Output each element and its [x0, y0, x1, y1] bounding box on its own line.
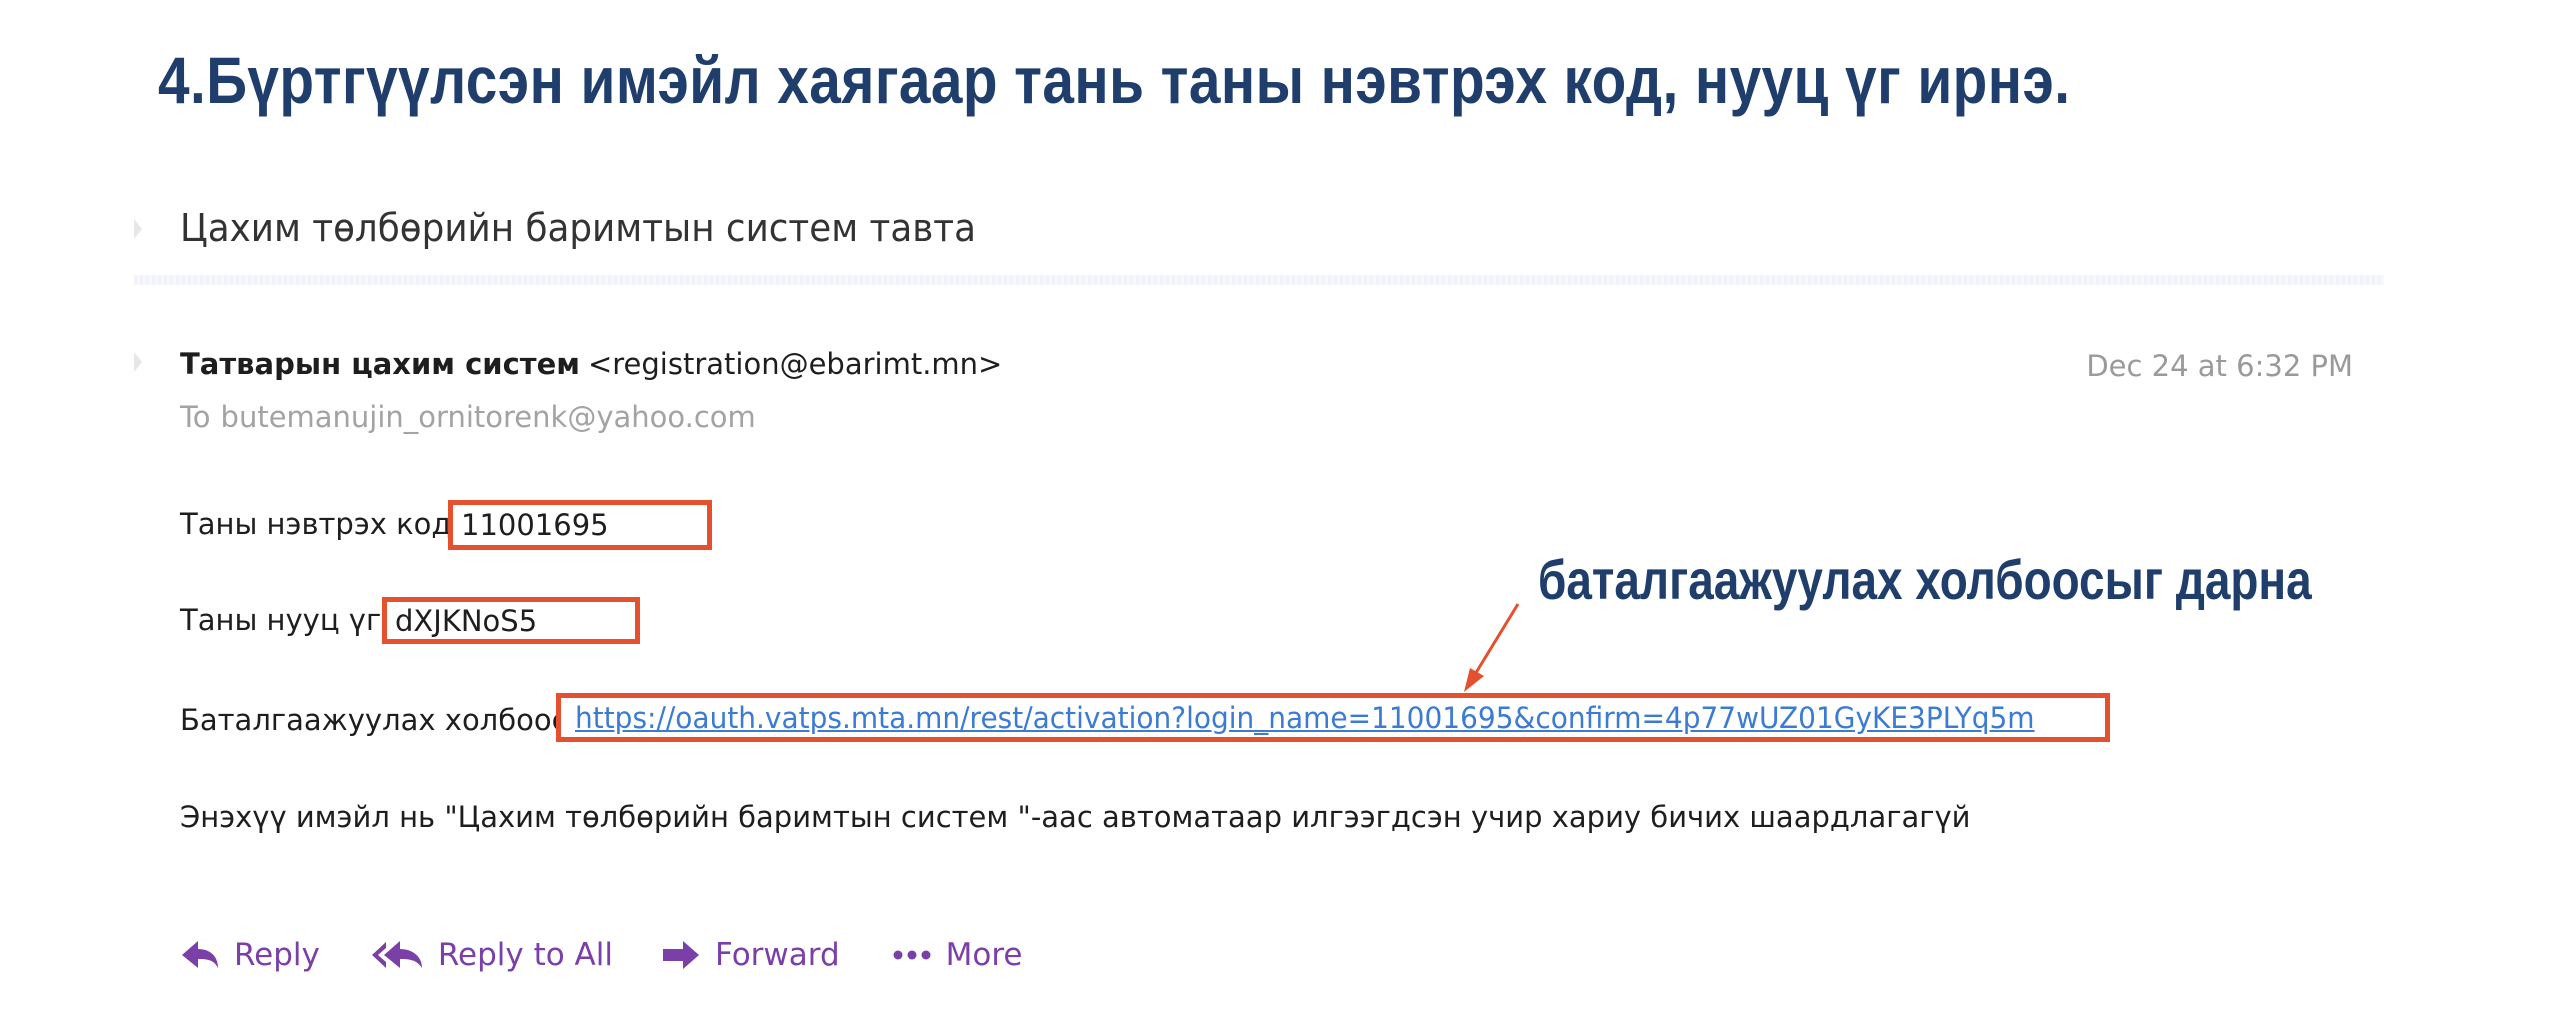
to-label: To [180, 400, 211, 434]
subject-divider [134, 275, 2384, 285]
email-to: To butemanujin_ornitorenk@yahoo.com [180, 395, 756, 439]
confirm-link[interactable]: https://oauth.vatps.mta.mn/rest/activati… [575, 701, 2035, 735]
sender-email[interactable]: <registration@ebarimt.mn> [588, 347, 1002, 381]
message-actions: Reply Reply to All Forward More [180, 930, 1023, 980]
reply-button[interactable]: Reply [180, 937, 320, 973]
to-address[interactable]: butemanujin_ornitorenk@yahoo.com [221, 400, 756, 434]
password-highlight: dXJKNoS5 [382, 597, 640, 644]
reply-all-button[interactable]: Reply to All [370, 937, 613, 973]
reply-label: Reply [234, 937, 320, 973]
expand-subject-icon[interactable] [134, 219, 142, 239]
reply-all-label: Reply to All [437, 937, 613, 973]
sender-name[interactable]: Татварын цахим систем [180, 347, 580, 381]
email-date: Dec 24 at 6:32 PM [2086, 349, 2353, 383]
more-dots-icon [893, 950, 931, 960]
page-title: 4.Бүртгүүлсэн имэйл хаягаар тань таны нэ… [158, 43, 2071, 117]
more-label: More [945, 937, 1023, 973]
reply-all-icon [371, 941, 422, 968]
login-code-highlight: 11001695 [448, 500, 712, 550]
more-button[interactable]: More [892, 937, 1023, 973]
forward-icon [662, 941, 699, 969]
reply-icon [182, 941, 218, 968]
forward-button[interactable]: Forward [661, 937, 840, 973]
annotation-label: баталгаажуулах холбоосыг дарна [1538, 548, 2312, 611]
expand-message-icon[interactable] [134, 352, 142, 372]
login-label: Таны нэвтрэх код: [180, 507, 462, 541]
annotation-arrow-icon [1464, 603, 1520, 692]
forward-label: Forward [714, 937, 840, 973]
password-value: dXJKNoS5 [395, 603, 538, 638]
confirm-label: Баталгаажуулах холбоос [180, 703, 568, 737]
auto-notice: Энэхүү имэйл нь "Цахим төлбөрийн баримты… [180, 800, 1971, 834]
confirm-link-highlight: https://oauth.vatps.mta.mn/rest/activati… [556, 693, 2110, 742]
password-label: Таны нууц үг: [180, 603, 391, 637]
email-from: Татварын цахим систем <registration@ebari… [180, 342, 1002, 386]
login-code: 11001695 [461, 508, 609, 542]
email-subject: Цахим төлбөрийн баримтын систем тавта [180, 206, 976, 250]
